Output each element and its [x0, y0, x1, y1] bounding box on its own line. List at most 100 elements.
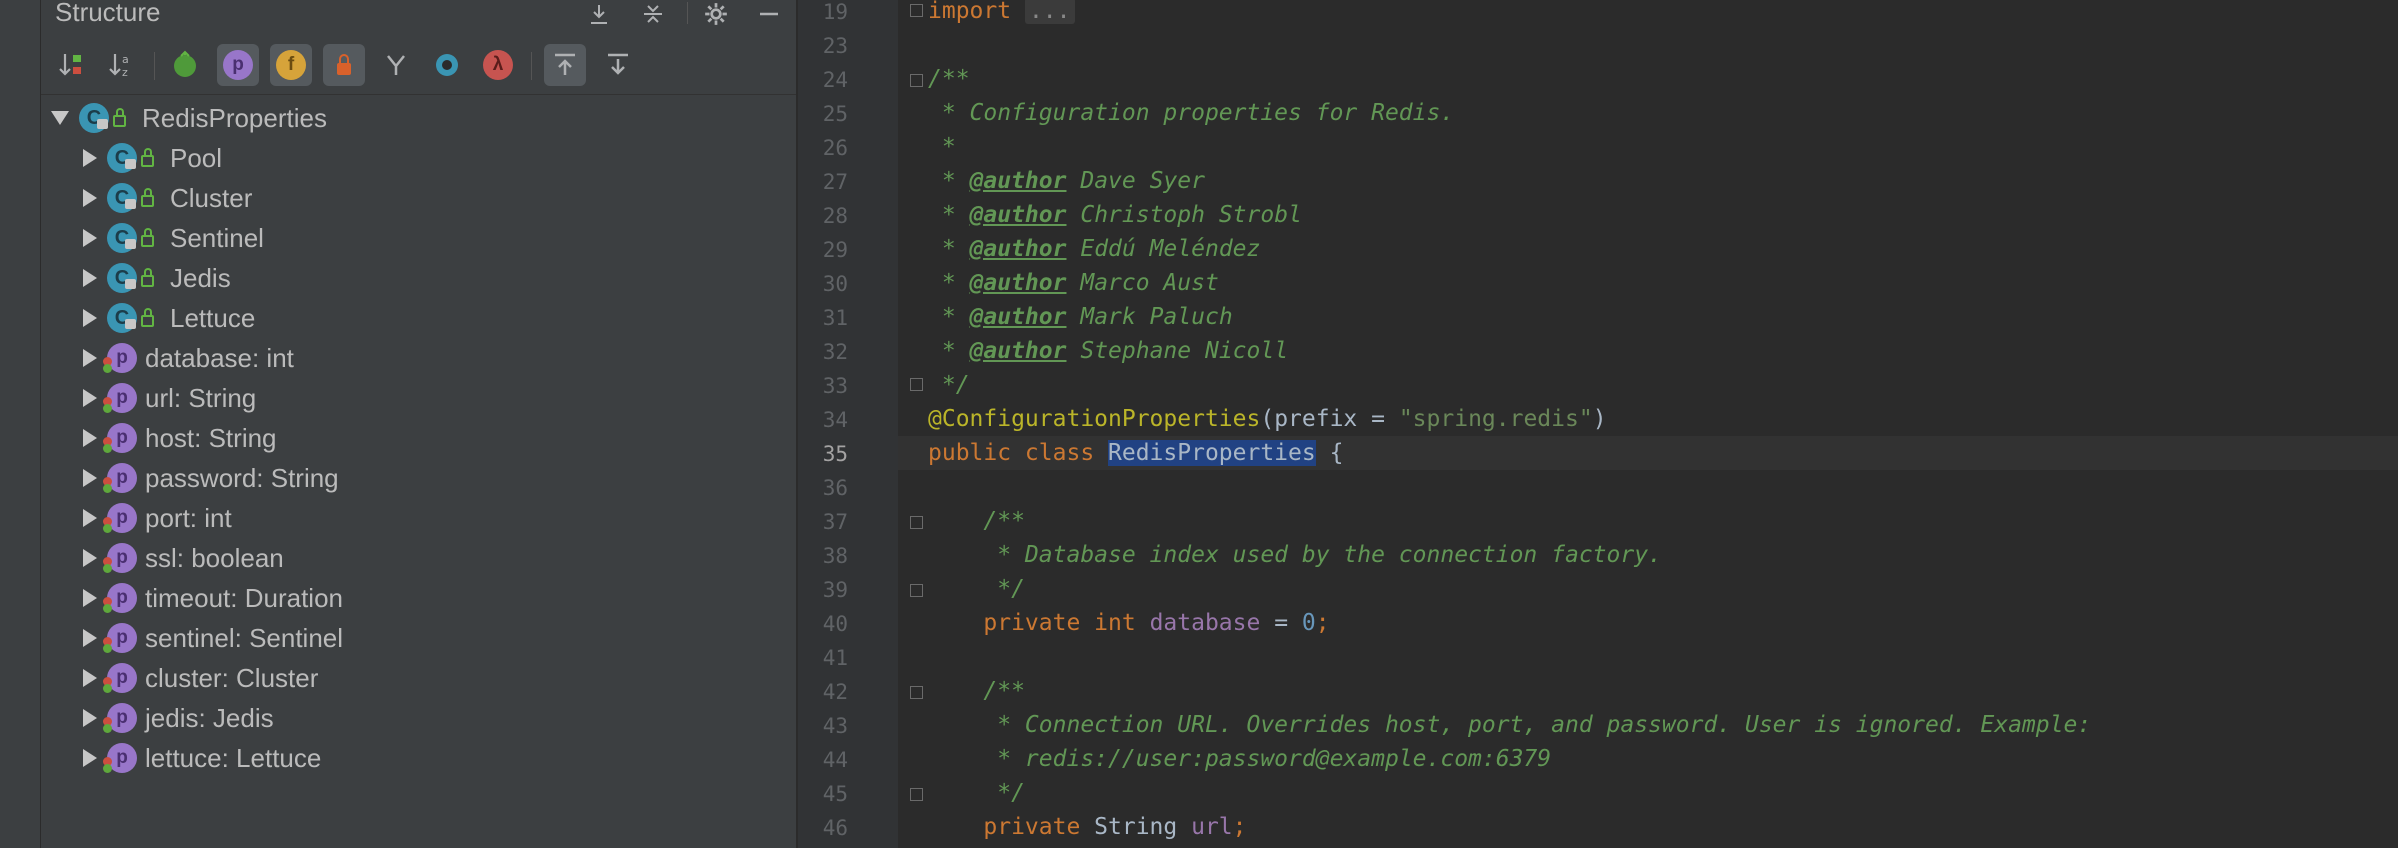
sort-alphabetically-button[interactable]: az [101, 44, 143, 86]
tree-node-property[interactable]: p password: String [83, 458, 339, 498]
property-icon: p [103, 343, 137, 373]
line-number: 32 [822, 340, 848, 364]
tree-node-label: ssl: boolean [145, 542, 284, 573]
tree-node-property[interactable]: p database: int [83, 338, 294, 378]
line-number: 24 [822, 68, 848, 92]
line-number: 41 [822, 646, 848, 670]
public-lock-icon [141, 148, 154, 167]
property-icon: p [103, 423, 137, 453]
property-icon: p [103, 623, 137, 653]
svg-text:a: a [122, 53, 129, 66]
tree-node-root[interactable]: C RedisProperties [51, 98, 327, 138]
expand-arrow-icon[interactable] [83, 669, 97, 687]
svg-text:z: z [122, 66, 128, 79]
lock-icon [337, 54, 351, 75]
gear-icon [705, 3, 727, 25]
property-icon: p [103, 463, 137, 493]
line-number: 45 [822, 782, 848, 806]
fold-marker-icon[interactable] [910, 788, 923, 801]
tree-node-class[interactable]: C Jedis [83, 258, 231, 298]
property-icon: p [103, 703, 137, 733]
sort-visibility-icon [59, 54, 81, 76]
fold-marker-icon[interactable] [910, 686, 923, 699]
expand-arrow-icon[interactable] [83, 509, 97, 527]
expand-arrow-icon[interactable] [83, 269, 97, 287]
code-line: */ [928, 576, 1025, 602]
show-hierarchy-button[interactable] [375, 44, 417, 86]
fold-marker-icon[interactable] [910, 4, 923, 17]
expand-arrow-icon[interactable] [83, 589, 97, 607]
tree-node-class[interactable]: C Lettuce [83, 298, 255, 338]
minimize-button[interactable] [751, 0, 787, 28]
tree-node-label: cluster: Cluster [145, 662, 319, 693]
expand-arrow-icon[interactable] [83, 749, 97, 767]
expand-arrow-icon[interactable] [83, 629, 97, 647]
tree-node-property[interactable]: p ssl: boolean [83, 538, 284, 578]
autoscroll-from-source-button[interactable] [597, 44, 639, 86]
code-line: * @author Dave Syer [928, 168, 1205, 194]
tree-node-label: host: String [145, 422, 277, 453]
structure-header: Structure [41, 0, 796, 30]
expand-arrow-icon[interactable] [83, 309, 97, 327]
collapse-arrow-icon[interactable] [51, 111, 69, 125]
expand-arrow-icon[interactable] [83, 349, 97, 367]
code-line: * Connection URL. Overrides host, port, … [928, 712, 2092, 738]
tree-node-property[interactable]: p sentinel: Sentinel [83, 618, 343, 658]
code-line-current: public class RedisProperties { [928, 440, 1344, 466]
expand-all-button[interactable] [581, 0, 617, 28]
autoscroll-to-source-icon [555, 53, 575, 75]
tree-node-property[interactable]: p jedis: Jedis [83, 698, 274, 738]
collapse-all-button[interactable] [635, 0, 671, 28]
hierarchy-icon [387, 55, 405, 75]
tree-node-property[interactable]: p port: int [83, 498, 232, 538]
expand-arrow-icon[interactable] [83, 229, 97, 247]
tree-node-property[interactable]: p timeout: Duration [83, 578, 343, 618]
expand-arrow-icon[interactable] [83, 389, 97, 407]
folded-imports[interactable]: ... [1024, 0, 1075, 24]
line-number: 30 [822, 272, 848, 296]
show-fields-button[interactable]: f [270, 44, 312, 86]
tree-node-label: Pool [170, 142, 223, 173]
fold-marker-icon[interactable] [910, 74, 923, 87]
expand-arrow-icon[interactable] [83, 149, 97, 167]
code-line: private String url; [928, 814, 1247, 840]
fold-marker-icon[interactable] [910, 378, 923, 391]
public-lock-icon [113, 108, 126, 127]
code-line: import ... [928, 0, 1075, 24]
tree-node-class[interactable]: C Sentinel [83, 218, 264, 258]
line-number-gutter[interactable]: 19 23 24 25 26 27 28 29 30 31 32 33 34 3… [798, 0, 898, 848]
field-icon: f [276, 50, 306, 80]
tree-node-property[interactable]: p lettuce: Lettuce [83, 738, 321, 778]
fold-marker-icon[interactable] [910, 584, 923, 597]
code-line: * @author Eddú Meléndez [928, 236, 1261, 262]
selected-class-name[interactable]: RedisProperties [1108, 440, 1316, 466]
class-icon: C [107, 303, 137, 333]
line-number: 40 [822, 612, 848, 636]
tree-node-class[interactable]: C Pool [83, 138, 222, 178]
property-icon: p [103, 743, 137, 773]
tree-node-label: port: int [145, 502, 232, 533]
code-editor[interactable]: 19 23 24 25 26 27 28 29 30 31 32 33 34 3… [798, 0, 2398, 848]
autoscroll-to-source-button[interactable] [544, 44, 586, 86]
tree-node-property[interactable]: p host: String [83, 418, 277, 458]
show-lambdas-button[interactable]: λ [477, 44, 519, 86]
show-anonymous-button[interactable] [426, 44, 468, 86]
expand-arrow-icon[interactable] [83, 709, 97, 727]
show-non-public-button[interactable] [323, 44, 365, 86]
line-number: 46 [822, 816, 848, 840]
tree-node-property[interactable]: p cluster: Cluster [83, 658, 318, 698]
expand-arrow-icon[interactable] [83, 469, 97, 487]
settings-button[interactable] [698, 0, 734, 28]
tree-node-class[interactable]: C Cluster [83, 178, 252, 218]
show-inherited-button[interactable] [164, 44, 206, 86]
fold-marker-icon[interactable] [910, 516, 923, 529]
show-properties-button[interactable]: p [217, 44, 259, 86]
expand-arrow-icon[interactable] [83, 429, 97, 447]
sort-by-visibility-button[interactable] [51, 44, 93, 86]
expand-arrow-icon[interactable] [83, 189, 97, 207]
minimize-icon [760, 12, 778, 16]
panel-title: Structure [55, 0, 161, 27]
anonymous-class-icon [436, 54, 458, 76]
tree-node-property[interactable]: p url: String [83, 378, 256, 418]
expand-arrow-icon[interactable] [83, 549, 97, 567]
